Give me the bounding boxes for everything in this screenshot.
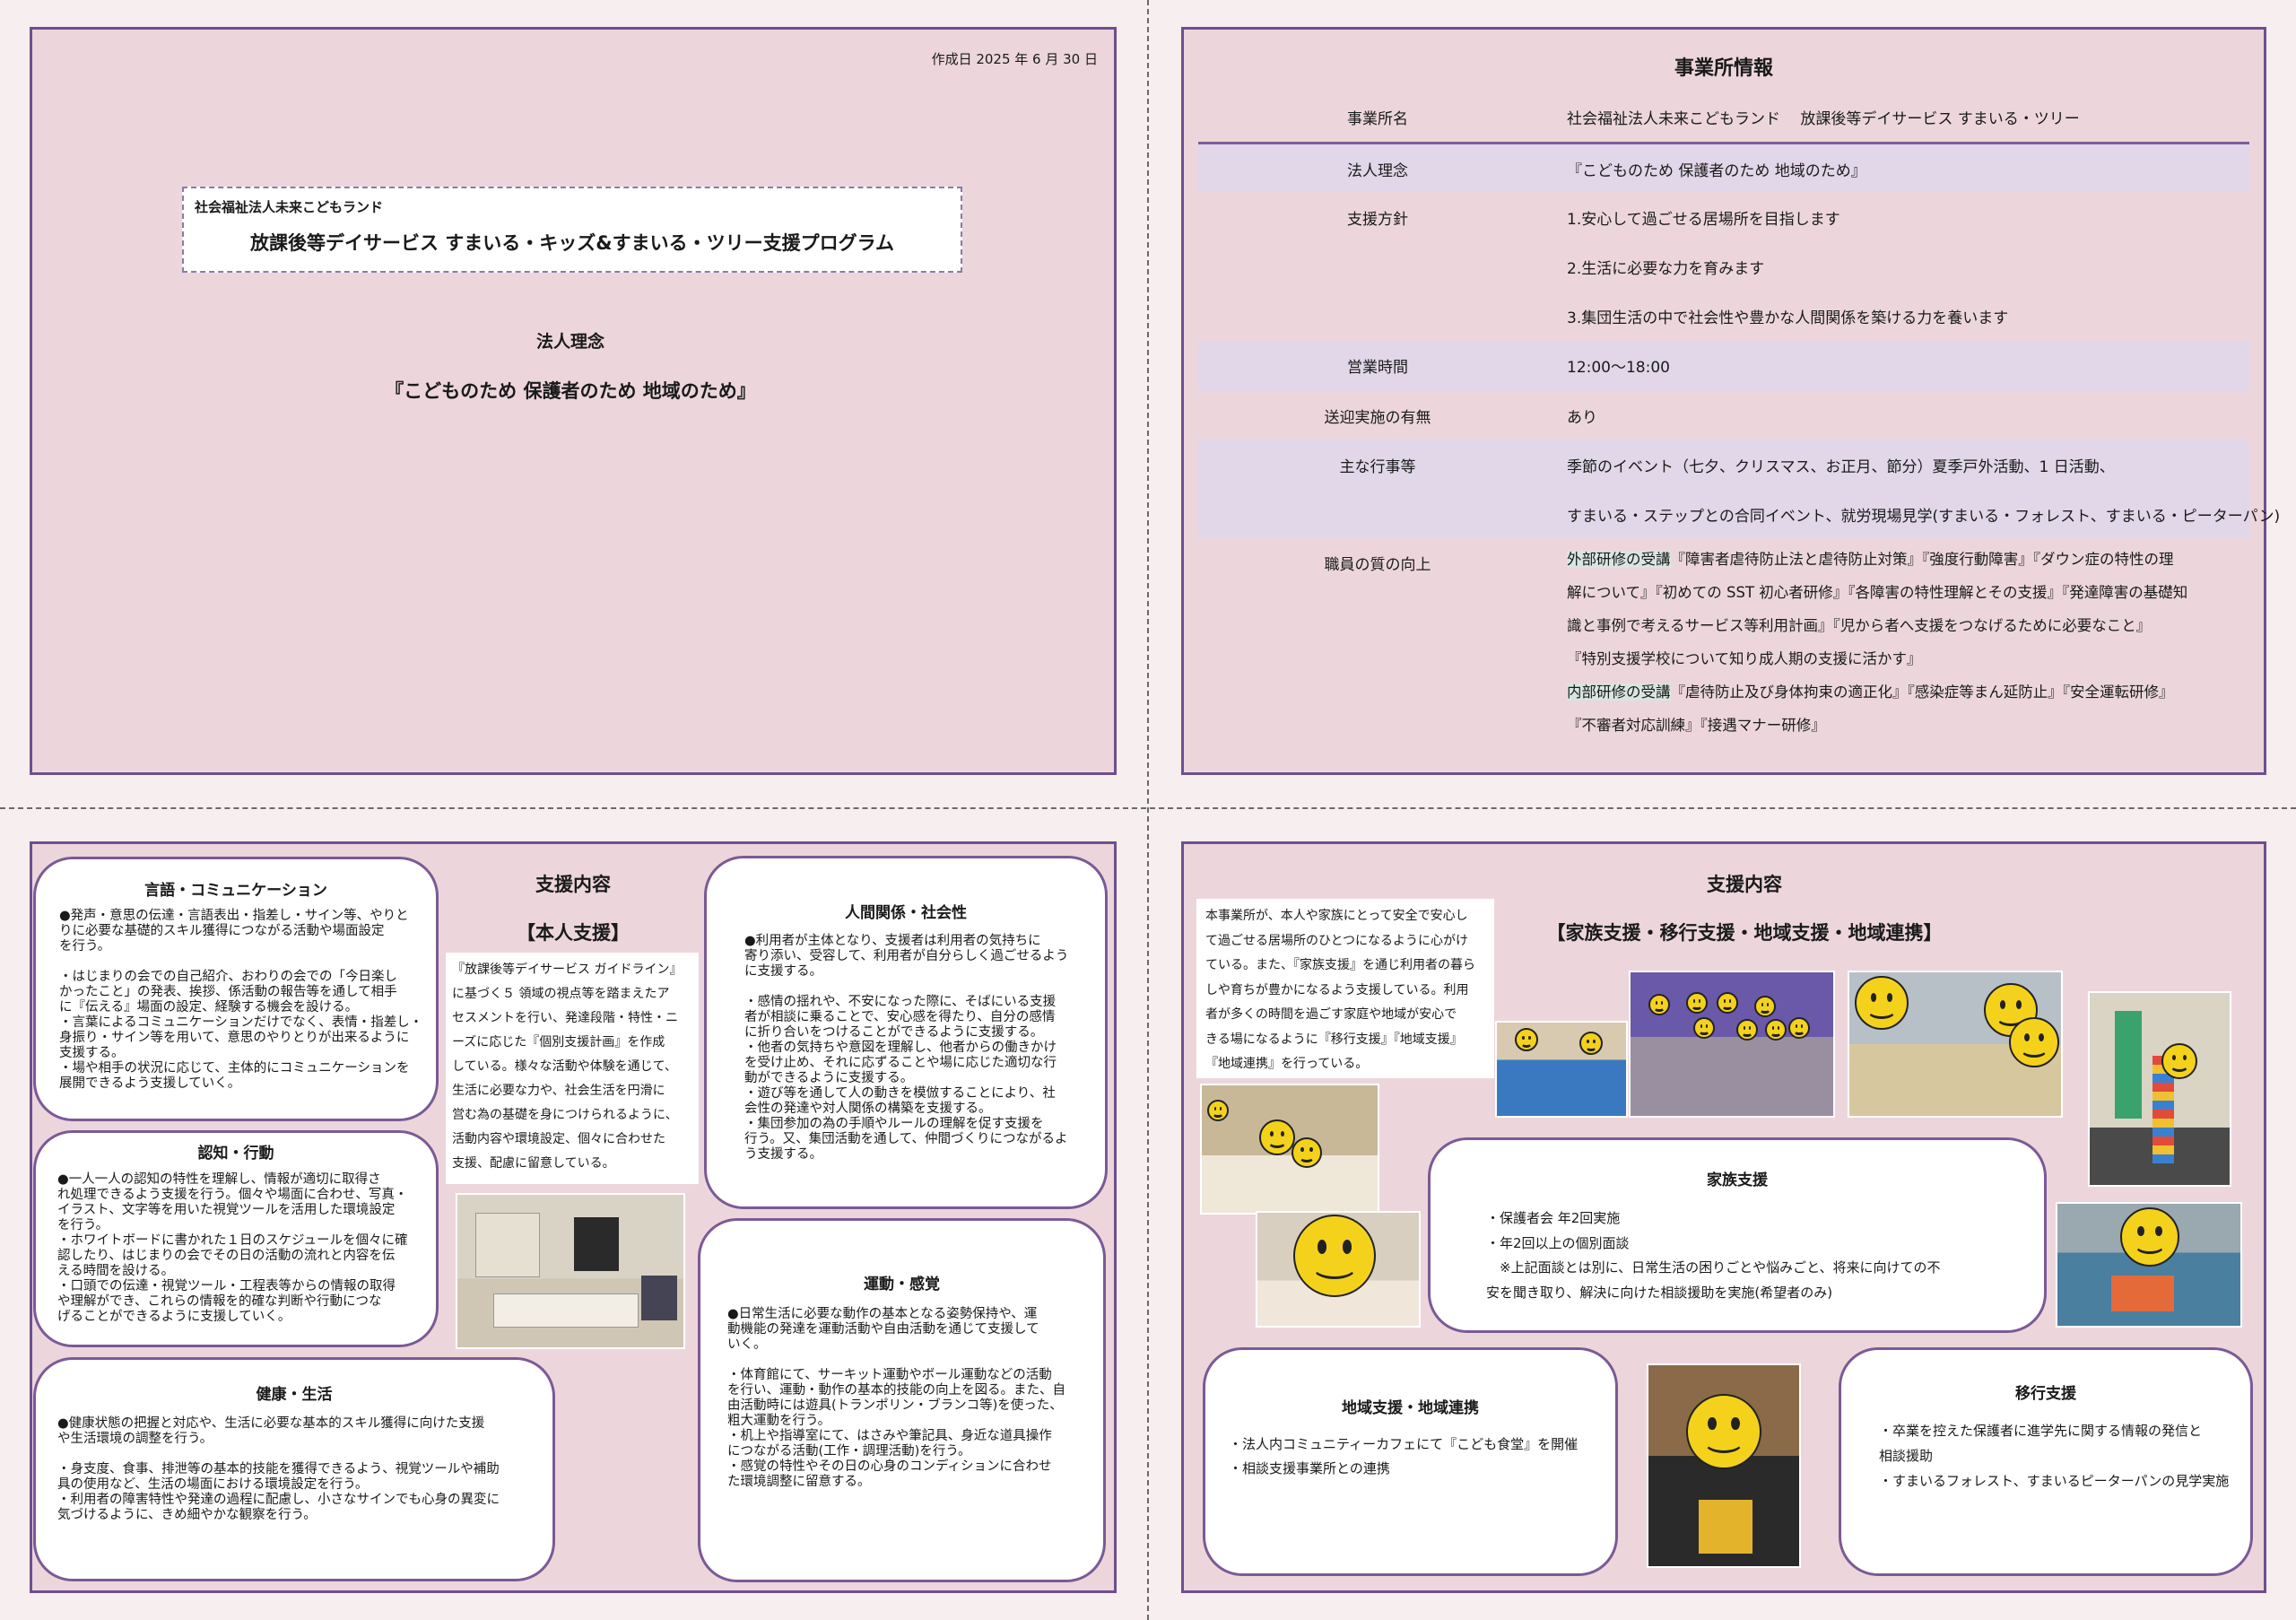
- section-title: 認知・行動: [197, 1145, 274, 1163]
- training-tag-internal: 内部研修の受講: [1567, 684, 1671, 701]
- smiley-icon: [1765, 1019, 1787, 1041]
- label-facility-name: 事業所名: [1347, 110, 1408, 128]
- training-line: 『不審者対応訓練』『接遇マナー研修』: [1567, 717, 1826, 734]
- section-title: 人間関係・社会性: [845, 904, 967, 922]
- family-support-intro: 本事業所が、本人や家族にとって安全で安心し て過ごせる居場所のひとつになるように…: [1196, 899, 1494, 1078]
- smiley-icon: [1686, 992, 1708, 1014]
- individual-support-intro: 『放課後等デイサービス ガイドライン』 に基づく５ 領域の視点等を踏まえたア セ…: [446, 953, 699, 1184]
- value-facility-name: 社会福祉法人未来こどもランド 放課後等デイサービス すまいる・ツリー: [1567, 110, 2080, 128]
- section-text: ●一人一人の認知の特性を理解し、情報が適切に取得さ れ処理できるよう支援を行う。…: [57, 1172, 408, 1324]
- value-transport: あり: [1567, 409, 1597, 427]
- smiley-icon: [1579, 1032, 1603, 1055]
- value-events-2: すまいる・ステップとの合同イベント、就労現場見学(すまいる・フォレスト、すまいる…: [1567, 508, 2281, 526]
- section-language: 言語・コミュニケーション ●発声・意思の伝達・言語表出・指差し・サイン等、やりと…: [33, 857, 439, 1121]
- smiley-icon: [1648, 994, 1670, 1015]
- individual-support-title: 支援内容: [535, 874, 611, 895]
- smiley-icon: [1788, 1017, 1810, 1039]
- photo-table-food: [2056, 1202, 2242, 1328]
- value-policy-3: 3.集団生活の中で社会性や豊かな人間関係を築ける力を養います: [1567, 309, 2009, 327]
- section-text: ●利用者が主体となり、支援者は利用者の気持ちに 寄り添い、受容して、利用者が自分…: [744, 934, 1069, 1162]
- training-line: 『特別支援学校について知り成人期の支援に活かす』: [1567, 650, 1922, 667]
- training-tag-external: 外部研修の受講: [1567, 551, 1671, 568]
- label-policy: 支援方針: [1347, 211, 1408, 229]
- training-line: 解について』『初めての SST 初心者研修』『各障害の特性理解とその支援』『発達…: [1567, 584, 2188, 601]
- community-support-box: 地域支援・地域連携 ・法人内コミュニティーカフェにて『こども食堂』を開催 ・相談…: [1203, 1347, 1618, 1576]
- label-hours: 営業時間: [1347, 359, 1408, 377]
- label-staff-quality: 職員の質の向上: [1324, 556, 1431, 574]
- smiley-icon: [1292, 1137, 1322, 1168]
- photo-child-standing: [1647, 1363, 1801, 1568]
- smiley-icon: [1855, 976, 1909, 1030]
- photo-child-writing: [1256, 1211, 1421, 1328]
- photo-block-tower: [2088, 991, 2231, 1187]
- philosophy-text: 『こどものため 保護者のため 地域のため』: [385, 380, 756, 402]
- smiley-icon: [1515, 1028, 1538, 1051]
- staff-training-list: 外部研修の受講『障害者虐待防止法と虐待防止対策』『強度行動障害』『ダウン症の特性…: [1567, 543, 2248, 742]
- vertical-cut-line: [1147, 0, 1149, 1620]
- philosophy-heading: 法人理念: [535, 332, 604, 352]
- section-title: 運動・感覚: [864, 1276, 940, 1293]
- label-transport: 送迎実施の有無: [1324, 409, 1431, 427]
- org-name: 社会福祉法人未来こどもランド: [195, 199, 384, 215]
- section-title: 言語・コミュニケーション: [144, 882, 327, 900]
- community-lines: ・法人内コミュニティーカフェにて『こども食堂』を開催 ・相談支援事業所との連携: [1229, 1436, 1578, 1476]
- smiley-icon: [1207, 1100, 1229, 1121]
- value-policy-1: 1.安心して過ごせる居場所を目指します: [1567, 211, 1840, 229]
- section-motor: 運動・感覚 ●日常生活に必要な動作の基本となる姿勢保持や、運 動機能の発達を運動…: [698, 1218, 1106, 1582]
- section-text: ●日常生活に必要な動作の基本となる姿勢保持や、運 動機能の発達を運動活動や自由活…: [727, 1307, 1065, 1489]
- photo-cafe: [1200, 1084, 1379, 1215]
- training-line: 内部研修の受講『虐待防止及び身体拘束の適正化』『感染症等まん延防止』『安全運転研…: [1567, 684, 2174, 701]
- section-cognition: 認知・行動 ●一人一人の認知の特性を理解し、情報が適切に取得さ れ処理できるよう…: [33, 1130, 439, 1347]
- created-date: 作成日 2025 年 6 月 30 日: [931, 51, 1098, 67]
- classroom-photo: [456, 1193, 685, 1349]
- value-philosophy: 『こどものため 保護者のため 地域のため』: [1567, 162, 1866, 180]
- section-social: 人間関係・社会性 ●利用者が主体となり、支援者は利用者の気持ちに 寄り添い、受容…: [704, 856, 1108, 1209]
- page-cover: 作成日 2025 年 6 月 30 日 社会福祉法人未来こどもランド 放課後等デ…: [30, 27, 1117, 775]
- section-text: ●健康状態の把握と対応や、生活に必要な基本的スキル獲得に向けた支援 や生活環境の…: [57, 1416, 500, 1522]
- family-support-subtitle: 【家族支援・移行支援・地域支援・地域連携】: [1546, 922, 1943, 944]
- smiley-icon: [2120, 1207, 2179, 1267]
- smiley-icon: [1293, 1215, 1376, 1297]
- individual-support-subtitle: 【本人支援】: [517, 922, 630, 944]
- transition-support-box: 移行支援 ・卒業を控えた保護者に進学先に関する情報の発信と 相談援助 ・すまいる…: [1839, 1347, 2253, 1576]
- training-line: 識と事例で考えるサービス等利用計画』『児から者へ支援をつなげるために必要なこと』: [1567, 617, 2152, 634]
- label-philosophy: 法人理念: [1347, 162, 1408, 180]
- value-policy-2: 2.生活に必要な力を育みます: [1567, 260, 1765, 278]
- smiley-icon: [1259, 1119, 1295, 1155]
- smiley-icon: [1754, 996, 1776, 1017]
- smiley-icon: [1736, 1019, 1758, 1041]
- label-events: 主な行事等: [1339, 458, 1416, 476]
- photo-snack-shop: [1848, 971, 2063, 1118]
- transition-title: 移行支援: [2015, 1385, 2076, 1403]
- smiley-icon: [1717, 992, 1738, 1014]
- family-lines: ・保護者会 年2回実施 ・年2回以上の個別面談 ※上記面談とは別に、日常生活の困…: [1486, 1210, 1941, 1301]
- training-line: 外部研修の受講『障害者虐待防止法と虐待防止対策』『強度行動障害』『ダウン症の特性…: [1567, 551, 2174, 568]
- value-events-1: 季節のイベント（七夕、クリスマス、お正月、節分）夏季戸外活動、1 日活動、: [1567, 458, 2115, 476]
- program-title: 放課後等デイサービス すまいる・キッズ&すまいる・ツリー支援プログラム: [250, 232, 894, 254]
- community-title: 地域支援・地域連携: [1342, 1399, 1479, 1417]
- smiley-icon: [2009, 1017, 2059, 1067]
- family-support-box: 家族支援 ・保護者会 年2回実施 ・年2回以上の個別面談 ※上記面談とは別に、日…: [1428, 1137, 2047, 1333]
- smiley-icon: [2161, 1043, 2197, 1079]
- smiley-icon: [1686, 1394, 1761, 1469]
- photo-craft-table: [1495, 1021, 1628, 1118]
- smiley-icon: [1693, 1017, 1715, 1039]
- family-support-title: 支援内容: [1707, 874, 1782, 895]
- photo-group-bus: [1629, 971, 1835, 1118]
- facility-info-title: 事業所情報: [1674, 57, 1773, 80]
- transition-lines: ・卒業を控えた保護者に進学先に関する情報の発信と 相談援助 ・すまいるフォレスト…: [1879, 1423, 2230, 1489]
- title-box: 社会福祉法人未来こどもランド 放課後等デイサービス すまいる・キッズ&すまいる・…: [182, 187, 962, 273]
- section-text: ●発声・意思の伝達・言語表出・指差し・サイン等、やりと りに必要な基礎的スキル獲…: [59, 909, 423, 1091]
- value-hours: 12:00～18:00: [1567, 359, 1670, 377]
- section-health: 健康・生活 ●健康状態の把握と対応や、生活に必要な基本的スキル獲得に向けた支援 …: [33, 1357, 555, 1581]
- family-title: 家族支援: [1707, 1171, 1768, 1189]
- section-title: 健康・生活: [256, 1386, 333, 1404]
